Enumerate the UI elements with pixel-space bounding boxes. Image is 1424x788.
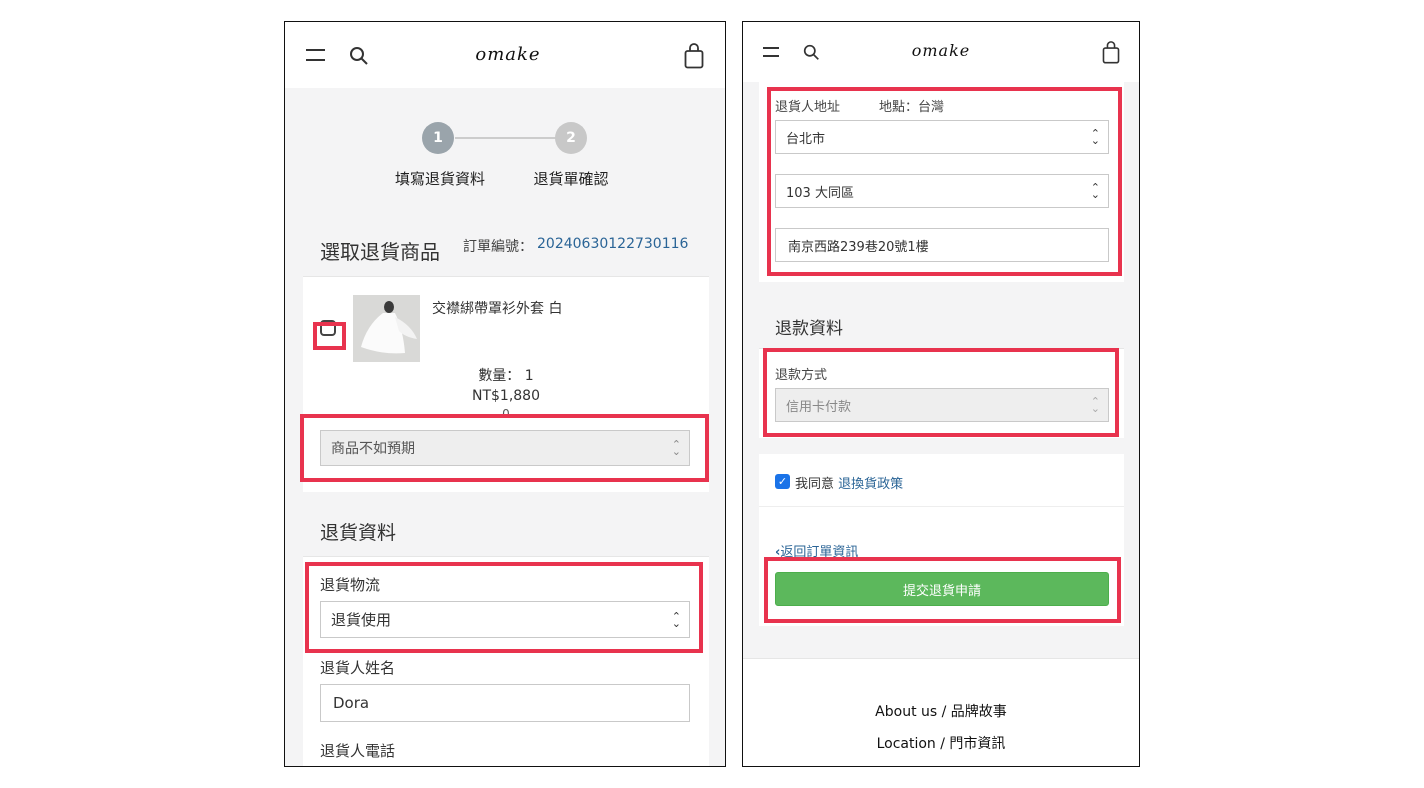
back-link[interactable]: ‹返回訂單資訊 [775, 541, 858, 560]
shopping-bag-icon[interactable] [684, 43, 704, 69]
logistics-select[interactable]: 退貨使用 ⌃ ⌄ [320, 601, 690, 638]
product-name: 交襟綁帶罩衫外套 白 [432, 301, 563, 317]
step-1-circle: 1 [422, 122, 454, 154]
select-chevron-icon: ⌃ ⌄ [1090, 395, 1100, 415]
return-reason-value: 商品不如預期 [331, 441, 415, 457]
agree-label: 我同意 [795, 477, 839, 492]
back-label: 返回訂單資訊 [780, 545, 859, 560]
select-chevron-icon: ⌃ ⌄ [1090, 127, 1100, 147]
city-value: 台北市 [786, 131, 826, 147]
city-select[interactable]: 台北市 ⌃ ⌄ [775, 120, 1109, 154]
footer-about-link[interactable]: About us / 品牌故事 [743, 701, 1139, 721]
header: omake [743, 22, 1139, 82]
divider [759, 506, 1124, 507]
menu-icon[interactable] [306, 49, 325, 61]
refund-method-value: 信用卡付款 [786, 399, 852, 415]
select-product-title: 選取退貨商品 [320, 240, 440, 264]
menu-icon[interactable] [763, 47, 779, 57]
address-card: 退貨人地址 地點：台灣 台北市 ⌃ ⌄ 103 大同區 ⌃ ⌄ 南京西路239巷20… [759, 82, 1124, 282]
agree-text: 我同意 退換貨政策 [795, 473, 903, 492]
logistics-label: 退貨物流 [320, 576, 381, 594]
return-reason-select[interactable]: 商品不如預期 ⌃ ⌄ [320, 430, 690, 466]
return-info-header: 退貨資料 [303, 502, 709, 557]
logistics-value: 退貨使用 [331, 611, 392, 629]
return-info-title: 退貨資料 [320, 522, 397, 544]
agree-checkbox[interactable]: ✓ [775, 474, 790, 489]
district-value: 103 大同區 [786, 185, 854, 201]
select-chevron-icon: ⌃ ⌄ [671, 438, 681, 458]
address-label: 退貨人地址 [775, 100, 841, 115]
name-label: 退貨人姓名 [320, 659, 396, 677]
submit-button[interactable]: 提交退貨申請 [775, 572, 1109, 606]
name-value: Dora [333, 694, 370, 712]
product-quantity: 數量： 1 [478, 368, 534, 384]
order-number-label: 訂單編號： [463, 239, 533, 255]
district-select[interactable]: 103 大同區 ⌃ ⌄ [775, 174, 1109, 208]
select-product-card: 選取退貨商品 訂單編號： 20240630122730116 交襟綁帶罩衫外套 … [303, 222, 709, 492]
select-chevron-icon: ⌃ ⌄ [671, 609, 681, 630]
select-product-header: 選取退貨商品 訂單編號： 20240630122730116 [303, 222, 709, 277]
footer-location-link[interactable]: Location / 門市資訊 [743, 733, 1139, 753]
step-2-label: 退貨單確認 [533, 170, 609, 188]
product-thumbnail [353, 295, 420, 362]
footer: About us / 品牌故事 Location / 門市資訊 [743, 658, 1139, 766]
street-input[interactable]: 南京西路239巷20號1樓 [775, 228, 1109, 262]
phone-label: 退貨人電話 [320, 742, 396, 760]
name-input[interactable]: Dora [320, 684, 690, 722]
header: omake [285, 22, 725, 88]
stepper-line [455, 137, 557, 139]
brand-logo[interactable]: omake [463, 44, 553, 65]
refund-title: 退款資料 [775, 319, 843, 339]
stray-text: 0 [502, 407, 510, 421]
shopping-bag-icon[interactable] [1102, 41, 1120, 64]
step-2-circle: 2 [555, 122, 587, 154]
right-phone-screen: omake 退貨人地址 地點：台灣 台北市 ⌃ ⌄ 103 大同區 ⌃ ⌄ 南京西路… [742, 21, 1140, 767]
address-location: 地點：台灣 [879, 100, 945, 115]
brand-logo[interactable]: omake [901, 41, 981, 60]
submit-card: ✓ 我同意 退換貨政策 ‹返回訂單資訊 提交退貨申請 [759, 454, 1124, 626]
street-value: 南京西路239巷20號1樓 [788, 239, 929, 255]
refund-header: 退款資料 [759, 300, 1124, 349]
policy-link[interactable]: 退換貨政策 [838, 477, 903, 492]
refund-card: 退款資料 退款方式 信用卡付款 ⌃ ⌄ [759, 300, 1124, 438]
return-info-card: 退貨資料 退貨物流 退貨使用 ⌃ ⌄ 退貨人姓名 Dora 退貨人電話 [303, 502, 709, 766]
refund-method-select[interactable]: 信用卡付款 ⌃ ⌄ [775, 388, 1109, 422]
order-number-link[interactable]: 20240630122730116 [537, 236, 688, 252]
refund-method-label: 退款方式 [775, 368, 828, 383]
search-icon[interactable] [349, 46, 369, 66]
product-price: NT$1,880 [471, 388, 540, 404]
step-1-label: 填寫退貨資料 [394, 170, 485, 188]
product-checkbox[interactable] [320, 320, 336, 336]
select-chevron-icon: ⌃ ⌄ [1090, 181, 1100, 201]
left-phone-screen: omake 1 2 填寫退貨資料 退貨單確認 選取退貨商品 訂單編號： 2024… [284, 21, 726, 767]
search-icon[interactable] [803, 44, 820, 61]
